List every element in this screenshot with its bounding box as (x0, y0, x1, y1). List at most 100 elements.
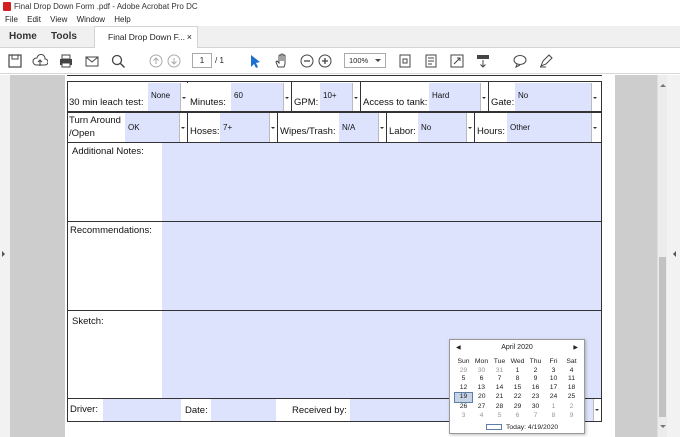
save-icon[interactable] (7, 53, 23, 69)
calendar-day[interactable]: 5 (491, 412, 509, 421)
select-cursor-icon[interactable] (247, 53, 263, 69)
comment-icon[interactable] (512, 53, 528, 69)
driver-input[interactable] (103, 399, 181, 421)
calendar-day[interactable]: 15 (509, 384, 527, 393)
calendar-day[interactable]: 2 (563, 402, 581, 411)
calendar-day[interactable]: 26 (455, 402, 473, 411)
calendar-day[interactable]: 3 (545, 367, 563, 376)
calendar-day[interactable]: 9 (527, 375, 545, 384)
calendar-day[interactable]: 29 (455, 367, 473, 376)
chevron-down-icon[interactable] (591, 113, 599, 142)
upload-cloud-icon[interactable] (32, 53, 49, 69)
fit-page-icon[interactable] (397, 53, 413, 69)
full-screen-icon[interactable] (449, 53, 465, 69)
calendar-day[interactable]: 6 (509, 412, 527, 421)
calendar-day[interactable]: 8 (509, 375, 527, 384)
calendar-day[interactable]: 25 (563, 393, 581, 403)
scroll-down-icon[interactable] (660, 425, 666, 431)
menu-view[interactable]: View (45, 13, 67, 26)
calendar-day[interactable]: 3 (455, 412, 473, 421)
minutes-dropdown[interactable]: 60 (231, 83, 291, 112)
tab-document[interactable]: Final Drop Down F... × (94, 26, 198, 49)
gate-dropdown[interactable]: No (515, 83, 599, 112)
chevron-down-icon[interactable] (591, 83, 599, 112)
calendar-day[interactable]: 20 (473, 393, 491, 403)
next-page-icon[interactable] (166, 53, 182, 69)
calendar-day[interactable]: 12 (455, 384, 473, 393)
scroll-up-icon[interactable] (660, 81, 666, 87)
calendar-day-selected[interactable]: 19 (454, 392, 473, 403)
calendar-day[interactable]: 29 (509, 402, 527, 411)
menu-edit[interactable]: Edit (22, 13, 41, 26)
calendar-day[interactable]: 30 (473, 367, 491, 376)
next-month-icon[interactable]: ▶ (573, 344, 578, 351)
calendar-day[interactable]: 13 (473, 384, 491, 393)
calendar-day[interactable]: 9 (563, 412, 581, 421)
tab-home[interactable]: Home (9, 26, 37, 48)
menu-help[interactable]: Help (109, 13, 130, 26)
calendar-day[interactable]: 7 (491, 375, 509, 384)
scroll-mode-icon[interactable] (475, 53, 491, 69)
gpm-dropdown[interactable]: 10+ (320, 83, 360, 112)
chevron-down-icon[interactable] (179, 113, 187, 142)
leach-test-dropdown[interactable]: None (148, 83, 188, 112)
zoom-in-icon[interactable] (317, 53, 333, 69)
calendar-day[interactable]: 10 (545, 375, 563, 384)
close-tab-icon[interactable]: × (187, 27, 192, 48)
recommendations-textarea[interactable] (162, 222, 601, 310)
turn-around-dropdown[interactable]: OK (125, 113, 187, 142)
calendar-day[interactable]: 30 (527, 402, 545, 411)
menu-window[interactable]: Window (72, 13, 105, 26)
zoom-out-icon[interactable] (299, 53, 315, 69)
calendar-day[interactable]: 23 (527, 393, 545, 403)
scroll-thumb[interactable] (659, 257, 666, 417)
calendar-day[interactable]: 14 (491, 384, 509, 393)
tab-tools[interactable]: Tools (51, 26, 77, 48)
calendar-day[interactable]: 11 (563, 375, 581, 384)
calendar-day[interactable]: 16 (527, 384, 545, 393)
hoses-dropdown[interactable]: 7+ (220, 113, 277, 142)
notes-textarea[interactable] (162, 143, 601, 221)
right-panel-toggle[interactable] (667, 75, 680, 437)
chevron-down-icon[interactable] (480, 83, 488, 112)
menu-file[interactable]: File (0, 13, 18, 26)
calendar-day[interactable]: 17 (545, 384, 563, 393)
access-dropdown[interactable]: Hard (429, 83, 488, 112)
date-input[interactable] (211, 399, 276, 421)
labor-dropdown[interactable]: No (418, 113, 474, 142)
wipes-dropdown[interactable]: N/A (339, 113, 386, 142)
page-number-input[interactable]: 1 (192, 53, 212, 68)
page-layout-icon[interactable] (423, 53, 439, 69)
previous-page-icon[interactable] (148, 53, 164, 69)
calendar-day[interactable]: 1 (509, 367, 527, 376)
calendar-day[interactable]: 5 (455, 375, 473, 384)
hours-dropdown[interactable]: Other (507, 113, 599, 142)
today-button[interactable]: Today: 4/19/2020 (486, 424, 558, 431)
chevron-down-icon[interactable] (352, 83, 360, 112)
highlight-pen-icon[interactable] (538, 53, 554, 69)
zoom-select[interactable]: 100% (344, 53, 386, 68)
vertical-scrollbar[interactable] (657, 75, 667, 437)
calendar-day[interactable]: 8 (545, 412, 563, 421)
left-panel-toggle[interactable] (0, 75, 10, 437)
chevron-down-icon[interactable] (180, 83, 188, 112)
calendar-day[interactable]: 24 (545, 393, 563, 403)
hand-tool-icon[interactable] (273, 53, 289, 69)
search-icon[interactable] (110, 53, 126, 69)
calendar-day[interactable]: 7 (527, 412, 545, 421)
calendar-day[interactable]: 2 (527, 367, 545, 376)
calendar-day[interactable]: 27 (473, 402, 491, 411)
chevron-down-icon[interactable] (593, 399, 601, 421)
chevron-down-icon[interactable] (269, 113, 277, 142)
email-icon[interactable] (84, 53, 100, 69)
calendar-day[interactable]: 4 (563, 367, 581, 376)
calendar-day[interactable]: 4 (473, 412, 491, 421)
calendar-day[interactable]: 18 (563, 384, 581, 393)
calendar-day[interactable]: 31 (491, 367, 509, 376)
print-icon[interactable] (58, 53, 74, 69)
chevron-down-icon[interactable] (283, 83, 291, 112)
chevron-down-icon[interactable] (378, 113, 386, 142)
calendar-day[interactable]: 28 (491, 402, 509, 411)
chevron-down-icon[interactable] (466, 113, 474, 142)
calendar-day[interactable]: 22 (509, 393, 527, 403)
